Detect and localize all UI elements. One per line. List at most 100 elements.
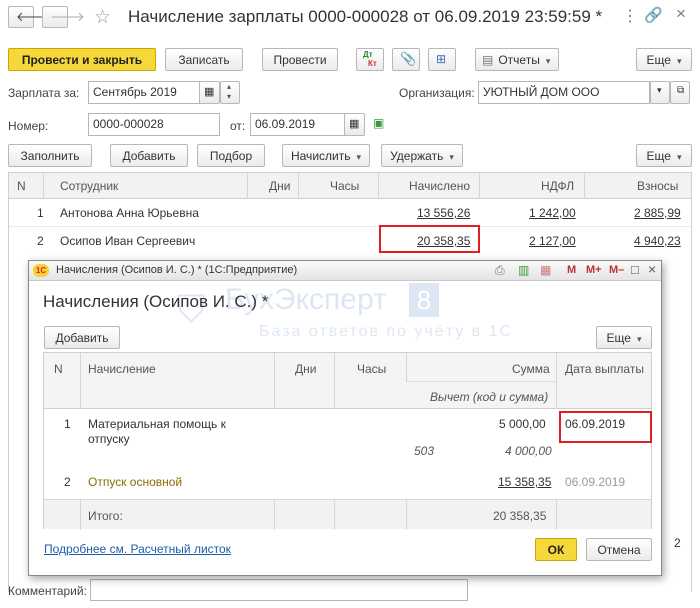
totals-row: Итого: 20 358,35 — [44, 499, 651, 530]
attach-button[interactable]: 📎 — [392, 48, 420, 71]
maximize-icon[interactable]: □ — [631, 262, 639, 277]
row-n: 1 — [37, 206, 44, 220]
row-sum[interactable]: 15 358,35 — [498, 475, 551, 489]
date-from-label: от: — [230, 119, 246, 133]
calendar-icon[interactable]: ▦ — [540, 263, 551, 277]
col-days: Дни — [269, 179, 291, 193]
print-icon[interactable]: ⎙ — [495, 263, 505, 278]
row-employee: Осипов Иван Сергеевич — [60, 234, 196, 248]
org-dropdown-button[interactable]: ▾ — [650, 81, 670, 104]
chevron-down-icon: ▾ — [657, 85, 662, 95]
ok-button[interactable]: ОК — [535, 538, 577, 561]
back-button[interactable]: 🡐 — [8, 6, 51, 28]
highlight-accrued — [379, 225, 480, 253]
green-check-icon[interactable]: ▣ — [373, 116, 384, 130]
window-more-icon[interactable]: ⋮ — [622, 6, 638, 26]
col-employee: Сотрудник — [60, 179, 119, 193]
col-hours: Часы — [330, 179, 360, 193]
org-field[interactable]: УЮТНЫЙ ДОМ ООО — [478, 81, 650, 104]
salary-month-field[interactable]: Сентябрь 2019 — [88, 81, 200, 104]
save-button[interactable]: Записать — [165, 48, 243, 71]
row-deduction-code: 503 — [414, 444, 435, 458]
calendar-icon: ▦ — [204, 86, 215, 98]
month-calendar-button[interactable]: ▦ — [199, 81, 220, 104]
month-spinner[interactable]: ▴ ▾ — [220, 81, 240, 104]
table-row[interactable]: 2 Отпуск основной 15 358,35 06.09.2019 — [44, 467, 651, 499]
col-accrued: Начислено — [409, 179, 471, 193]
calendar-icon: ▦ — [349, 118, 360, 130]
col-days: Дни — [295, 362, 317, 376]
row-contrib[interactable]: 4 940,23 — [634, 234, 681, 248]
watermark-tagline: База ответов по учёту в 1С — [259, 323, 514, 340]
report-icon: ▤ — [482, 52, 494, 67]
forward-arrow-icon: 🡒 — [50, 9, 85, 24]
table-row[interactable]: 2 Осипов Иван Сергеевич 20 358,35 2 127,… — [9, 227, 691, 255]
fill-button[interactable]: Заполнить — [8, 144, 92, 167]
select-button[interactable]: Подбор — [197, 144, 265, 167]
post-button[interactable]: Провести — [262, 48, 338, 71]
dialog-titlebar: 1C Начисления (Осипов И. С.) * (1С:Предп… — [29, 261, 661, 281]
org-label: Организация: — [399, 86, 475, 100]
row-accrual-line1: Материальная помощь к — [88, 417, 226, 431]
dialog-window-title: Начисления (Осипов И. С.) * (1С:Предприя… — [56, 264, 298, 276]
withhold-button[interactable]: Удержать — [381, 144, 463, 167]
memory-mplus-button[interactable]: M+ — [586, 264, 602, 276]
forward-button[interactable]: 🡒 — [42, 6, 85, 28]
number-label: Номер: — [8, 119, 49, 133]
table-more-button[interactable]: Еще — [636, 144, 692, 167]
paperclip-icon: 📎 — [400, 51, 417, 66]
accrue-label: Начислить — [291, 149, 361, 163]
more-button[interactable]: Еще — [636, 48, 692, 71]
favorite-star-icon[interactable]: ☆ — [94, 6, 111, 29]
row-accrual: Отпуск основной — [88, 475, 183, 489]
add-button[interactable]: Добавить — [110, 144, 188, 167]
close-icon[interactable]: × — [648, 261, 656, 277]
row-ndfl[interactable]: 2 127,00 — [529, 234, 576, 248]
row-n: 1 — [64, 417, 71, 431]
1c-logo-icon: 1C — [33, 264, 49, 277]
row-n: 2 — [37, 234, 44, 248]
reports-button[interactable]: ▤ Отчеты — [475, 48, 559, 71]
accrue-button[interactable]: Начислить — [282, 144, 370, 167]
accruals-dialog: 1C Начисления (Осипов И. С.) * (1С:Предп… — [28, 260, 662, 576]
row-contrib[interactable]: 2 885,99 — [634, 206, 681, 220]
date-calendar-button[interactable]: ▦ — [344, 113, 365, 136]
col-sum: Сумма — [512, 362, 550, 376]
close-icon[interactable]: × — [676, 4, 686, 24]
col-contrib: Взносы — [637, 179, 679, 193]
structure-button[interactable]: ⊞ — [428, 48, 456, 71]
date-field[interactable]: 06.09.2019 — [250, 113, 346, 136]
dialog-more-button[interactable]: Еще — [596, 326, 652, 349]
org-open-button[interactable]: ⧉ — [670, 81, 690, 104]
more-label: Еще — [647, 53, 682, 67]
window-title: Начисление зарплаты 0000-000028 от 06.09… — [128, 7, 603, 26]
col-n: N — [17, 179, 26, 193]
comment-label: Комментарий: — [8, 584, 87, 598]
dt-kt-button[interactable]: Дт Кт — [356, 48, 384, 71]
dialog-add-button[interactable]: Добавить — [44, 326, 120, 349]
table-row[interactable]: 1 Антонова Анна Юрьевна 13 556,26 1 242,… — [9, 199, 691, 227]
table-more-label: Еще — [647, 149, 682, 163]
link-icon[interactable]: 🔗 — [644, 6, 663, 24]
accruals-table-header: N Начисление Дни Часы Сумма Вычет (код и… — [44, 353, 651, 409]
watermark-digit: 8 — [409, 283, 439, 317]
row-sum: 5 000,00 — [499, 417, 546, 431]
post-and-close-button[interactable]: Провести и закрыть — [8, 48, 156, 71]
open-icon: ⧉ — [677, 85, 685, 96]
row-employee: Антонова Анна Юрьевна — [60, 206, 199, 220]
col-deduction: Вычет (код и сумма) — [430, 390, 549, 404]
comment-field[interactable] — [90, 579, 468, 601]
dt-kt-icon: Дт Кт — [363, 50, 377, 68]
col-ndfl: НДФЛ — [541, 179, 575, 193]
table-icon[interactable]: ▥ — [518, 263, 529, 277]
payslip-link[interactable]: Подробнее см. Расчетный листок — [44, 542, 231, 556]
main-table-header: N Сотрудник Дни Часы Начислено НДФЛ Взно… — [9, 173, 691, 199]
number-field[interactable]: 0000-000028 — [88, 113, 220, 136]
cancel-button[interactable]: Отмена — [586, 538, 652, 561]
memory-mminus-button[interactable]: M– — [609, 264, 624, 276]
memory-m-button[interactable]: M — [567, 264, 576, 276]
col-pay-date: Дата выплаты — [565, 362, 644, 376]
row-accrued[interactable]: 13 556,26 — [417, 206, 470, 220]
row-ndfl[interactable]: 1 242,00 — [529, 206, 576, 220]
row-n: 2 — [64, 475, 71, 489]
